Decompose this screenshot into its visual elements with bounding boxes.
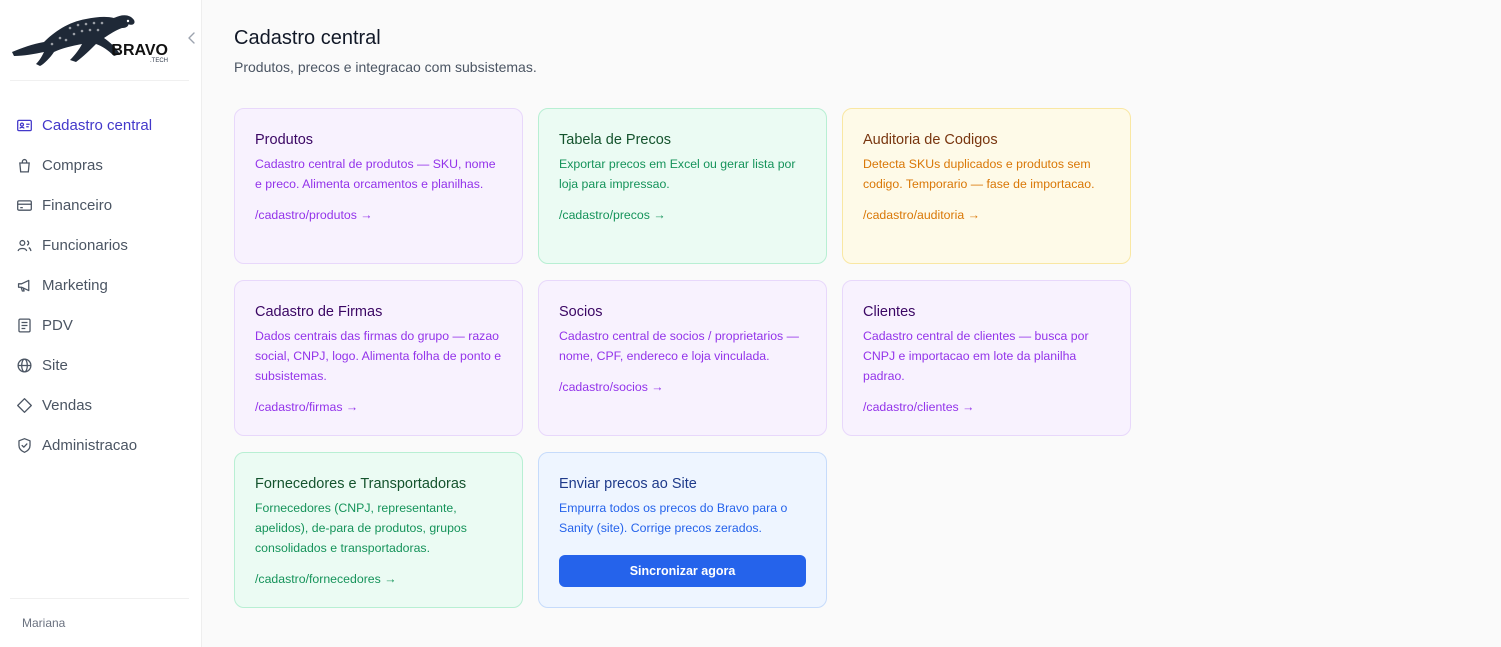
card-link[interactable]: /cadastro/clientes →	[863, 400, 974, 414]
sidebar: BRAVO .TECH Cadastro central Compras Fin…	[0, 0, 202, 647]
globe-icon	[15, 356, 33, 374]
cheetah-logo-icon: BRAVO .TECH	[12, 15, 168, 67]
sidebar-item-label: Vendas	[42, 396, 93, 414]
card-link[interactable]: /cadastro/precos →	[559, 208, 666, 222]
card-link[interactable]: /cadastro/fornecedores →	[255, 572, 397, 586]
card-title: Clientes	[863, 304, 916, 320]
card-description: Cadastro central de socios / proprietari…	[559, 329, 799, 363]
sidebar-item-cadastro-central[interactable]: Cadastro central	[0, 105, 202, 145]
card-cadastro-de-firmas[interactable]: Cadastro de Firmas Dados centrais das fi…	[234, 280, 523, 436]
megaphone-icon	[15, 276, 33, 294]
card-title: Fornecedores e Transportadoras	[255, 476, 467, 492]
page-subtitle: Produtos, precos e integracao com subsis…	[234, 59, 537, 75]
card-fornecedores-e-transportadoras[interactable]: Fornecedores e Transportadoras Fornecedo…	[234, 452, 523, 608]
brand-suffix: .TECH	[150, 58, 168, 64]
sidebar-item-site[interactable]: Site	[0, 345, 202, 385]
sidebar-item-label: PDV	[42, 316, 73, 334]
card-enviar-precos-ao-site: Enviar precos ao Site Empurra todos os p…	[538, 452, 827, 608]
card-clientes[interactable]: Clientes Cadastro central de clientes — …	[842, 280, 1131, 436]
sidebar-nav: Cadastro central Compras Financeiro Func…	[0, 105, 202, 465]
card-tabela-de-precos[interactable]: Tabela de Precos Exportar precos em Exce…	[538, 108, 827, 264]
card-auditoria-de-codigos[interactable]: Auditoria de Codigos Detecta SKUs duplic…	[842, 108, 1131, 264]
card-description: Cadastro central de produtos — SKU, nome…	[255, 157, 496, 191]
receipt-icon	[15, 316, 33, 334]
sidebar-item-marketing[interactable]: Marketing	[0, 265, 202, 305]
card-description: Detecta SKUs duplicados e produtos sem c…	[863, 157, 1095, 191]
sync-now-button[interactable]: Sincronizar agora	[559, 555, 806, 587]
id-card-icon	[15, 116, 33, 134]
user-name[interactable]: Mariana	[22, 616, 65, 630]
card-link[interactable]: /cadastro/firmas →	[255, 400, 358, 414]
card-title: Enviar precos ao Site	[559, 476, 697, 492]
sidebar-item-label: Administracao	[42, 436, 138, 454]
card-description: Cadastro central de clientes — busca por…	[863, 329, 1089, 383]
sidebar-item-compras[interactable]: Compras	[0, 145, 202, 185]
sidebar-item-label: Marketing	[42, 276, 108, 294]
shopping-bag-icon	[15, 156, 33, 174]
brand-name: BRAVO	[111, 42, 168, 59]
sidebar-item-label: Cadastro central	[42, 116, 153, 134]
card-produtos[interactable]: Produtos Cadastro central de produtos — …	[234, 108, 523, 264]
card-link[interactable]: /cadastro/produtos →	[255, 208, 373, 222]
card-description: Empurra todos os precos do Bravo para o …	[559, 501, 788, 535]
page-title: Cadastro central	[234, 27, 381, 49]
sidebar-item-label: Financeiro	[42, 196, 113, 214]
card-description: Dados centrais das firmas do grupo — raz…	[255, 329, 502, 383]
card-title: Cadastro de Firmas	[255, 304, 383, 320]
card-description: Exportar precos em Excel ou gerar lista …	[559, 157, 796, 191]
card-title: Produtos	[255, 132, 314, 148]
card-link[interactable]: /cadastro/socios →	[559, 380, 664, 394]
chevron-left-icon[interactable]	[186, 30, 198, 46]
sidebar-item-administracao[interactable]: Administracao	[0, 425, 202, 465]
users-icon	[15, 236, 33, 254]
sidebar-item-vendas[interactable]: Vendas	[0, 385, 202, 425]
card-description: Fornecedores (CNPJ, representante, apeli…	[255, 501, 467, 555]
sidebar-item-label: Funcionarios	[42, 236, 128, 254]
sidebar-item-label: Compras	[42, 156, 103, 174]
card-title: Tabela de Precos	[559, 132, 672, 148]
card-title: Socios	[559, 304, 603, 320]
shield-icon	[15, 436, 33, 454]
divider	[10, 598, 189, 599]
sidebar-item-pdv[interactable]: PDV	[0, 305, 202, 345]
sidebar-item-funcionarios[interactable]: Funcionarios	[0, 225, 202, 265]
card-socios[interactable]: Socios Cadastro central de socios / prop…	[538, 280, 827, 436]
sidebar-item-financeiro[interactable]: Financeiro	[0, 185, 202, 225]
credit-card-icon	[15, 196, 33, 214]
tag-icon	[15, 396, 33, 414]
divider	[10, 80, 189, 81]
card-link[interactable]: /cadastro/auditoria →	[863, 208, 980, 222]
brand-logo[interactable]: BRAVO .TECH	[10, 12, 172, 68]
sidebar-item-label: Site	[42, 356, 68, 374]
card-title: Auditoria de Codigos	[863, 132, 998, 148]
